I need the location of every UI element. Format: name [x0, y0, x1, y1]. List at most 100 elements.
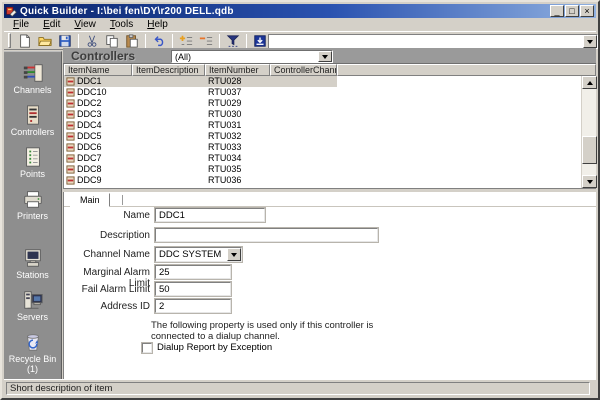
table-row[interactable]: DDC5 RTU032: [64, 131, 581, 142]
toolbar-combo-input[interactable]: [269, 35, 583, 48]
menu-bar: File Edit View Tools Help: [4, 18, 596, 31]
new-document-icon: [18, 34, 32, 48]
sidebar-item-channels[interactable]: Channels: [5, 62, 61, 104]
detail-pane: Main Name Description Channel Name DDC S…: [63, 192, 596, 379]
table-row[interactable]: DDC8 RTU035: [64, 164, 581, 175]
filter-combobox[interactable]: (All): [171, 50, 333, 63]
menu-view[interactable]: View: [68, 18, 102, 31]
copy-button[interactable]: [102, 32, 122, 49]
filter-value: (All): [172, 52, 318, 62]
maximize-button[interactable]: □: [565, 5, 579, 17]
chevron-down-icon[interactable]: [227, 248, 241, 261]
dialup-report-checkbox[interactable]: [142, 343, 152, 353]
controller-icon: [66, 110, 75, 119]
dialup-note: The following property is used only if t…: [151, 320, 373, 342]
sidebar-item-recycle-bin[interactable]: Recycle Bin (1): [5, 331, 61, 373]
chevron-down-icon[interactable]: [583, 35, 597, 48]
table-row[interactable]: DDC10 RTU037: [64, 87, 581, 98]
column-header-itemname[interactable]: ItemName: [64, 64, 132, 76]
list-header-band: Controllers (All): [63, 48, 596, 64]
close-button[interactable]: ×: [580, 5, 594, 17]
quick-builder-window: Quick Builder - I:\bei fen\DY\r200 DELL.…: [0, 0, 600, 400]
tab-strip: Main: [64, 192, 596, 207]
sidebar-item-label: Channels: [13, 85, 51, 95]
sidebar: Channels Controllers Points Printers Sta…: [4, 51, 62, 379]
scroll-up-icon[interactable]: [582, 76, 597, 89]
status-bar: Short description of item: [4, 379, 596, 396]
open-folder-button[interactable]: [35, 32, 55, 49]
channel-name-label: Channel Name: [64, 249, 150, 260]
name-field[interactable]: [155, 208, 265, 222]
menu-file[interactable]: File: [7, 18, 35, 31]
column-header-itemnumber[interactable]: ItemNumber: [205, 64, 270, 76]
scrollbar-thumb[interactable]: [582, 136, 597, 164]
download-item-icon: [253, 34, 267, 48]
toolbar-separator: [219, 34, 220, 48]
sidebar-item-controllers[interactable]: Controllers: [5, 104, 61, 146]
sidebar-item-label: Servers: [17, 312, 48, 322]
controllers-table: ItemName ItemDescription ItemNumber Cont…: [63, 64, 596, 188]
sidebar-item-label: Stations: [16, 270, 49, 280]
column-header-itemdescription[interactable]: ItemDescription: [132, 64, 205, 76]
toolbar-separator: [145, 34, 146, 48]
toolbar-separator: [246, 34, 247, 48]
table-row[interactable]: DDC1 RTU028: [64, 76, 581, 87]
sidebar-item-points[interactable]: Points: [5, 146, 61, 188]
cut-button[interactable]: [82, 32, 102, 49]
fail-alarm-limit-field[interactable]: [155, 282, 231, 296]
toolbar-separator: [172, 34, 173, 48]
dialup-report-label: Dialup Report by Exception: [157, 342, 272, 353]
sidebar-item-servers[interactable]: Servers: [5, 289, 61, 331]
toolbar-grip: [8, 33, 11, 48]
scroll-down-icon[interactable]: [582, 175, 597, 188]
controller-icon: [66, 77, 75, 86]
table-row[interactable]: DDC2 RTU029: [64, 98, 581, 109]
remove-item-button[interactable]: [196, 32, 216, 49]
controller-icon: [66, 176, 75, 185]
sidebar-item-printers[interactable]: Printers: [5, 188, 61, 230]
status-text: Short description of item: [6, 382, 590, 395]
filter-button[interactable]: [223, 32, 243, 49]
table-row[interactable]: DDC9 RTU036: [64, 175, 581, 186]
remove-item-icon: [199, 34, 213, 48]
controller-icon: [66, 88, 75, 97]
recycle-bin-icon: [21, 331, 45, 353]
paste-icon: [125, 34, 139, 48]
table-row[interactable]: DDC3 RTU030: [64, 109, 581, 120]
undo-button[interactable]: [149, 32, 169, 49]
filter-icon: [226, 34, 240, 48]
vertical-scrollbar[interactable]: [581, 76, 596, 188]
table-row[interactable]: DDC4 RTU031: [64, 120, 581, 131]
open-folder-icon: [38, 34, 52, 48]
download-item-button[interactable]: [250, 32, 270, 49]
menu-help[interactable]: Help: [141, 18, 174, 31]
address-id-field[interactable]: [155, 299, 231, 313]
table-row[interactable]: DDC6 RTU033: [64, 142, 581, 153]
description-field[interactable]: [155, 228, 378, 242]
sidebar-item-stations[interactable]: Stations: [5, 247, 61, 289]
new-document-button[interactable]: [15, 32, 35, 49]
tab-main[interactable]: Main: [70, 193, 110, 207]
chevron-down-icon[interactable]: [318, 51, 332, 62]
page-title: Controllers: [71, 49, 135, 63]
menu-edit[interactable]: Edit: [37, 18, 66, 31]
save-button[interactable]: [55, 32, 75, 49]
minimize-button[interactable]: _: [550, 5, 564, 17]
undo-icon: [152, 34, 166, 48]
table-row[interactable]: DDC7 RTU034: [64, 153, 581, 164]
menu-tools[interactable]: Tools: [104, 18, 139, 31]
sidebar-item-label: Controllers: [11, 127, 55, 137]
copy-icon: [105, 34, 119, 48]
controller-icon: [66, 143, 75, 152]
window-title: Quick Builder - I:\bei fen\DY\r200 DELL.…: [20, 6, 547, 17]
controller-icon: [66, 121, 75, 130]
app-icon: [6, 6, 17, 17]
add-item-button[interactable]: [176, 32, 196, 49]
paste-button[interactable]: [122, 32, 142, 49]
column-header-controllerchannel[interactable]: ControllerChann...: [270, 64, 337, 76]
controllers-icon: [21, 104, 45, 126]
marginal-alarm-limit-field[interactable]: [155, 265, 231, 279]
printers-icon: [21, 188, 45, 210]
channel-name-select[interactable]: DDC SYSTEM: [155, 247, 242, 262]
toolbar-combobox[interactable]: [268, 34, 598, 49]
